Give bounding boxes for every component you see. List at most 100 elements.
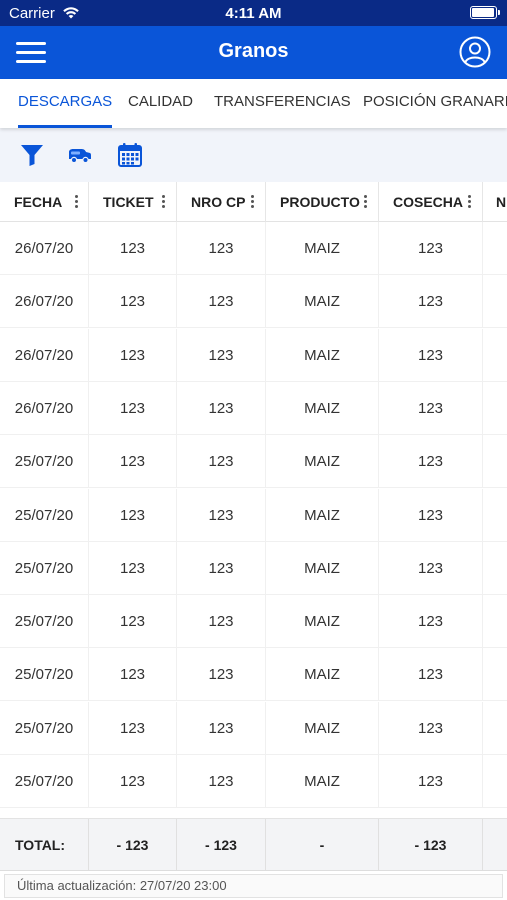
- tab-bar: DESCARGAS CALIDAD TRANSFERENCIAS POSICIÓ…: [0, 79, 507, 128]
- cell-cosecha: 123: [379, 755, 483, 808]
- table-header: FECHA TICKET NRO CP PRODUCTO COSECHA N: [0, 182, 507, 222]
- total-ticket: - 123: [89, 819, 177, 870]
- cell-nro-cp: 123: [177, 648, 266, 702]
- tab-calidad[interactable]: CALIDAD: [128, 79, 193, 128]
- user-profile-icon[interactable]: [459, 36, 491, 68]
- cell-ticket: 123: [89, 222, 177, 275]
- cell-producto: MAIZ: [266, 648, 379, 702]
- column-header-cosecha[interactable]: COSECHA: [379, 182, 483, 222]
- table-row[interactable]: 26/07/20 123 123 MAIZ 123: [0, 222, 507, 275]
- cell-ticket: 123: [89, 595, 177, 649]
- cell-fecha: 25/07/20: [0, 595, 89, 649]
- toolbar: [0, 128, 507, 182]
- cell-nro-cp: 123: [177, 275, 266, 329]
- cell-ticket: 123: [89, 648, 177, 702]
- cell-producto: MAIZ: [266, 595, 379, 649]
- cell-cosecha: 123: [379, 275, 483, 329]
- column-menu-icon[interactable]: [251, 195, 254, 209]
- column-header-producto[interactable]: PRODUCTO: [266, 182, 379, 222]
- footer: Última actualización: 27/07/20 23:00: [0, 870, 507, 900]
- column-header-n[interactable]: N: [483, 182, 507, 222]
- totals-row: TOTAL: - 123 - 123 - - 123: [0, 818, 507, 870]
- cell-nro-cp: 123: [177, 595, 266, 649]
- cell-producto: MAIZ: [266, 381, 379, 435]
- cell-cosecha: 123: [379, 541, 483, 595]
- cell-n: [483, 222, 507, 275]
- cell-cosecha: 123: [379, 488, 483, 542]
- cell-ticket: 123: [89, 275, 177, 329]
- cell-n: [483, 489, 507, 542]
- cell-fecha: 26/07/20: [0, 381, 89, 435]
- tab-posicion-granaria[interactable]: POSICIÓN GRANARIA: [363, 79, 507, 128]
- table-row[interactable]: 25/07/20 123 123 MAIZ 123: [0, 755, 507, 808]
- column-header-ticket[interactable]: TICKET: [89, 182, 177, 222]
- column-menu-icon[interactable]: [162, 195, 165, 209]
- table-row[interactable]: 26/07/20 123 123 MAIZ 123: [0, 328, 507, 382]
- cell-nro-cp: 123: [177, 328, 266, 382]
- column-header-fecha[interactable]: FECHA: [0, 182, 89, 222]
- cell-ticket: 123: [89, 328, 177, 382]
- column-menu-icon[interactable]: [364, 195, 367, 209]
- page-title: Granos: [218, 40, 289, 62]
- cell-ticket: 123: [89, 488, 177, 542]
- cell-cosecha: 123: [379, 328, 483, 382]
- cell-cosecha: 123: [379, 648, 483, 702]
- cell-ticket: 123: [89, 381, 177, 435]
- cell-fecha: 25/07/20: [0, 755, 89, 808]
- cell-producto: MAIZ: [266, 755, 379, 808]
- clock: 4:11 AM: [225, 5, 282, 22]
- filter-icon[interactable]: [19, 142, 45, 168]
- total-cosecha: - 123: [379, 819, 483, 870]
- calendar-icon[interactable]: [117, 142, 143, 168]
- table-row[interactable]: 25/07/20 123 123 MAIZ 123: [0, 488, 507, 542]
- cell-n: [483, 755, 507, 808]
- table-row[interactable]: 25/07/20 123 123 MAIZ 123: [0, 701, 507, 755]
- table-row[interactable]: 26/07/20 123 123 MAIZ 123: [0, 381, 507, 435]
- cell-nro-cp: 123: [177, 488, 266, 542]
- cell-nro-cp: 123: [177, 435, 266, 489]
- cell-cosecha: 123: [379, 381, 483, 435]
- cell-fecha: 26/07/20: [0, 222, 89, 275]
- tab-descargas[interactable]: DESCARGAS: [18, 79, 113, 128]
- table-row[interactable]: 25/07/20 123 123 MAIZ 123: [0, 435, 507, 489]
- descargas-table: FECHA TICKET NRO CP PRODUCTO COSECHA N 2…: [0, 182, 507, 870]
- cell-n: [483, 382, 507, 435]
- cell-cosecha: 123: [379, 222, 483, 275]
- cell-n: [483, 275, 507, 329]
- column-header-nro-cp[interactable]: NRO CP: [177, 182, 266, 222]
- total-producto: -: [266, 819, 379, 870]
- tab-transferencias[interactable]: TRANSFERENCIAS: [214, 79, 351, 128]
- totals-label: TOTAL:: [0, 819, 89, 870]
- last-update-label: Última actualización: 27/07/20 23:00: [4, 874, 503, 898]
- cell-ticket: 123: [89, 435, 177, 489]
- cell-n: [483, 435, 507, 489]
- total-nro-cp: - 123: [177, 819, 266, 870]
- cell-cosecha: 123: [379, 701, 483, 755]
- cell-fecha: 26/07/20: [0, 275, 89, 329]
- cell-n: [483, 702, 507, 755]
- cell-fecha: 25/07/20: [0, 435, 89, 489]
- cell-producto: MAIZ: [266, 488, 379, 542]
- cell-producto: MAIZ: [266, 435, 379, 489]
- cell-producto: MAIZ: [266, 275, 379, 329]
- table-row[interactable]: 25/07/20 123 123 MAIZ 123: [0, 648, 507, 702]
- cell-producto: MAIZ: [266, 701, 379, 755]
- cell-producto: MAIZ: [266, 222, 379, 275]
- table-row[interactable]: 26/07/20 123 123 MAIZ 123: [0, 275, 507, 329]
- cell-nro-cp: 123: [177, 541, 266, 595]
- truck-icon[interactable]: [67, 142, 93, 168]
- app-header: Granos: [0, 26, 507, 79]
- column-menu-icon[interactable]: [468, 195, 471, 209]
- cell-fecha: 25/07/20: [0, 488, 89, 542]
- cell-fecha: 26/07/20: [0, 328, 89, 382]
- table-row[interactable]: 25/07/20 123 123 MAIZ 123: [0, 541, 507, 595]
- table-row[interactable]: 25/07/20 123 123 MAIZ 123: [0, 595, 507, 649]
- battery-icon: [470, 6, 500, 19]
- cell-nro-cp: 123: [177, 701, 266, 755]
- cell-fecha: 25/07/20: [0, 541, 89, 595]
- column-menu-icon[interactable]: [75, 195, 78, 209]
- cell-cosecha: 123: [379, 595, 483, 649]
- cell-nro-cp: 123: [177, 222, 266, 275]
- cell-nro-cp: 123: [177, 755, 266, 808]
- cell-fecha: 25/07/20: [0, 701, 89, 755]
